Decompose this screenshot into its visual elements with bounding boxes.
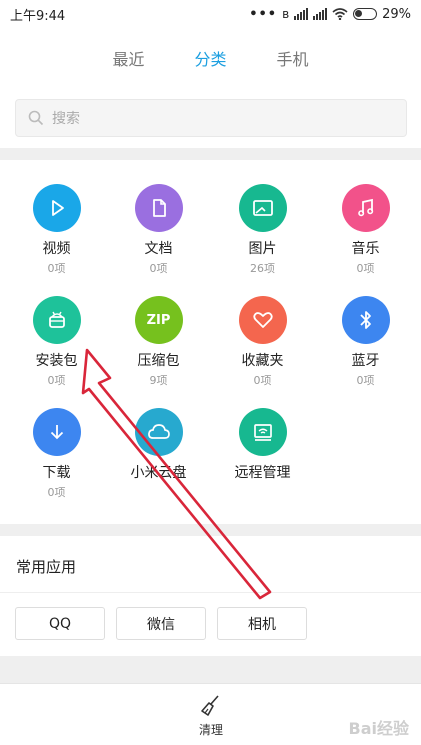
wifi-icon — [332, 8, 348, 20]
clean-label: 清理 — [198, 723, 223, 737]
common-apps-section: 常用应用 QQ 微信 相机 — [0, 536, 421, 656]
image-icon — [238, 184, 287, 232]
category-favorites[interactable]: 收藏夹 0项 — [210, 296, 315, 388]
category-count: 0项 — [149, 262, 168, 275]
category-download[interactable]: 下载 0项 — [4, 408, 109, 500]
search-placeholder: 搜索 — [52, 111, 80, 127]
broom-icon — [201, 695, 219, 716]
app-wechat-button[interactable]: 微信 — [116, 607, 206, 640]
watermark: Bai经验 — [348, 719, 409, 738]
category-label: 远程管理 — [234, 465, 291, 481]
category-label: 压缩包 — [137, 353, 180, 369]
category-image[interactable]: 图片 26项 — [210, 184, 315, 276]
bluetooth-status-icon: ʙ — [282, 7, 290, 21]
category-grid: 视频 0项 文档 0项 图片 26项 音乐 0项 安装包 0项 ZIP 压缩包 — [0, 160, 421, 524]
category-count: 0项 — [356, 262, 375, 275]
category-xiaomi-cloud[interactable]: 小米云盘 — [106, 408, 211, 482]
android-icon — [32, 296, 81, 344]
category-label: 蓝牙 — [351, 353, 380, 369]
category-label: 图片 — [248, 241, 277, 257]
app-camera-button[interactable]: 相机 — [217, 607, 307, 640]
category-count: 0项 — [47, 486, 66, 499]
category-label: 小米云盘 — [130, 465, 187, 481]
status-icons: ••• ʙ 29% — [249, 7, 411, 22]
category-label: 安装包 — [35, 353, 78, 369]
wifi-monitor-icon — [238, 408, 287, 456]
search-icon — [28, 110, 44, 126]
category-zip[interactable]: ZIP 压缩包 9项 — [106, 296, 211, 388]
music-icon — [341, 184, 390, 232]
status-bar: 上午9:44 ••• ʙ 29% — [0, 0, 421, 28]
signal-icon — [294, 8, 309, 20]
category-video[interactable]: 视频 0项 — [4, 184, 109, 276]
category-label: 下载 — [42, 465, 71, 481]
bluetooth-icon — [341, 296, 390, 344]
category-label: 音乐 — [351, 241, 380, 257]
category-count: 9项 — [149, 374, 168, 387]
category-label: 视频 — [42, 241, 71, 257]
divider — [0, 592, 421, 593]
search-input[interactable]: 搜索 — [15, 99, 407, 137]
category-count: 0项 — [47, 262, 66, 275]
clean-button[interactable]: 清理 — [190, 694, 232, 738]
download-icon — [32, 408, 81, 456]
category-count: 0项 — [356, 374, 375, 387]
play-icon — [32, 184, 81, 232]
category-label: 文档 — [144, 241, 173, 257]
category-count: 0项 — [47, 374, 66, 387]
cloud-icon — [134, 408, 183, 456]
search-section: 搜索 — [0, 88, 421, 148]
signal-icon-2 — [313, 8, 328, 20]
category-bluetooth[interactable]: 蓝牙 0项 — [313, 296, 418, 388]
common-apps-title: 常用应用 — [16, 558, 77, 576]
tab-category[interactable]: 分类 — [194, 46, 226, 70]
category-document[interactable]: 文档 0项 — [106, 184, 211, 276]
tab-recent[interactable]: 最近 — [112, 46, 144, 70]
heart-icon — [238, 296, 287, 344]
more-dots-icon: ••• — [249, 6, 278, 22]
zip-icon-text: ZIP — [146, 312, 171, 328]
category-label: 收藏夹 — [241, 353, 284, 369]
status-time: 上午9:44 — [10, 8, 66, 24]
document-icon — [134, 184, 183, 232]
app-qq-button[interactable]: QQ — [15, 607, 105, 640]
tab-phone[interactable]: 手机 — [277, 46, 309, 70]
category-count: 0项 — [253, 374, 272, 387]
battery-percent: 29% — [382, 6, 411, 22]
top-tabs: 最近 分类 手机 — [0, 28, 421, 88]
category-music[interactable]: 音乐 0项 — [313, 184, 418, 276]
zip-icon: ZIP — [134, 296, 183, 344]
category-remote-manage[interactable]: 远程管理 — [210, 408, 315, 482]
battery-icon — [353, 8, 378, 20]
category-apk[interactable]: 安装包 0项 — [4, 296, 109, 388]
category-count: 26项 — [250, 262, 275, 275]
